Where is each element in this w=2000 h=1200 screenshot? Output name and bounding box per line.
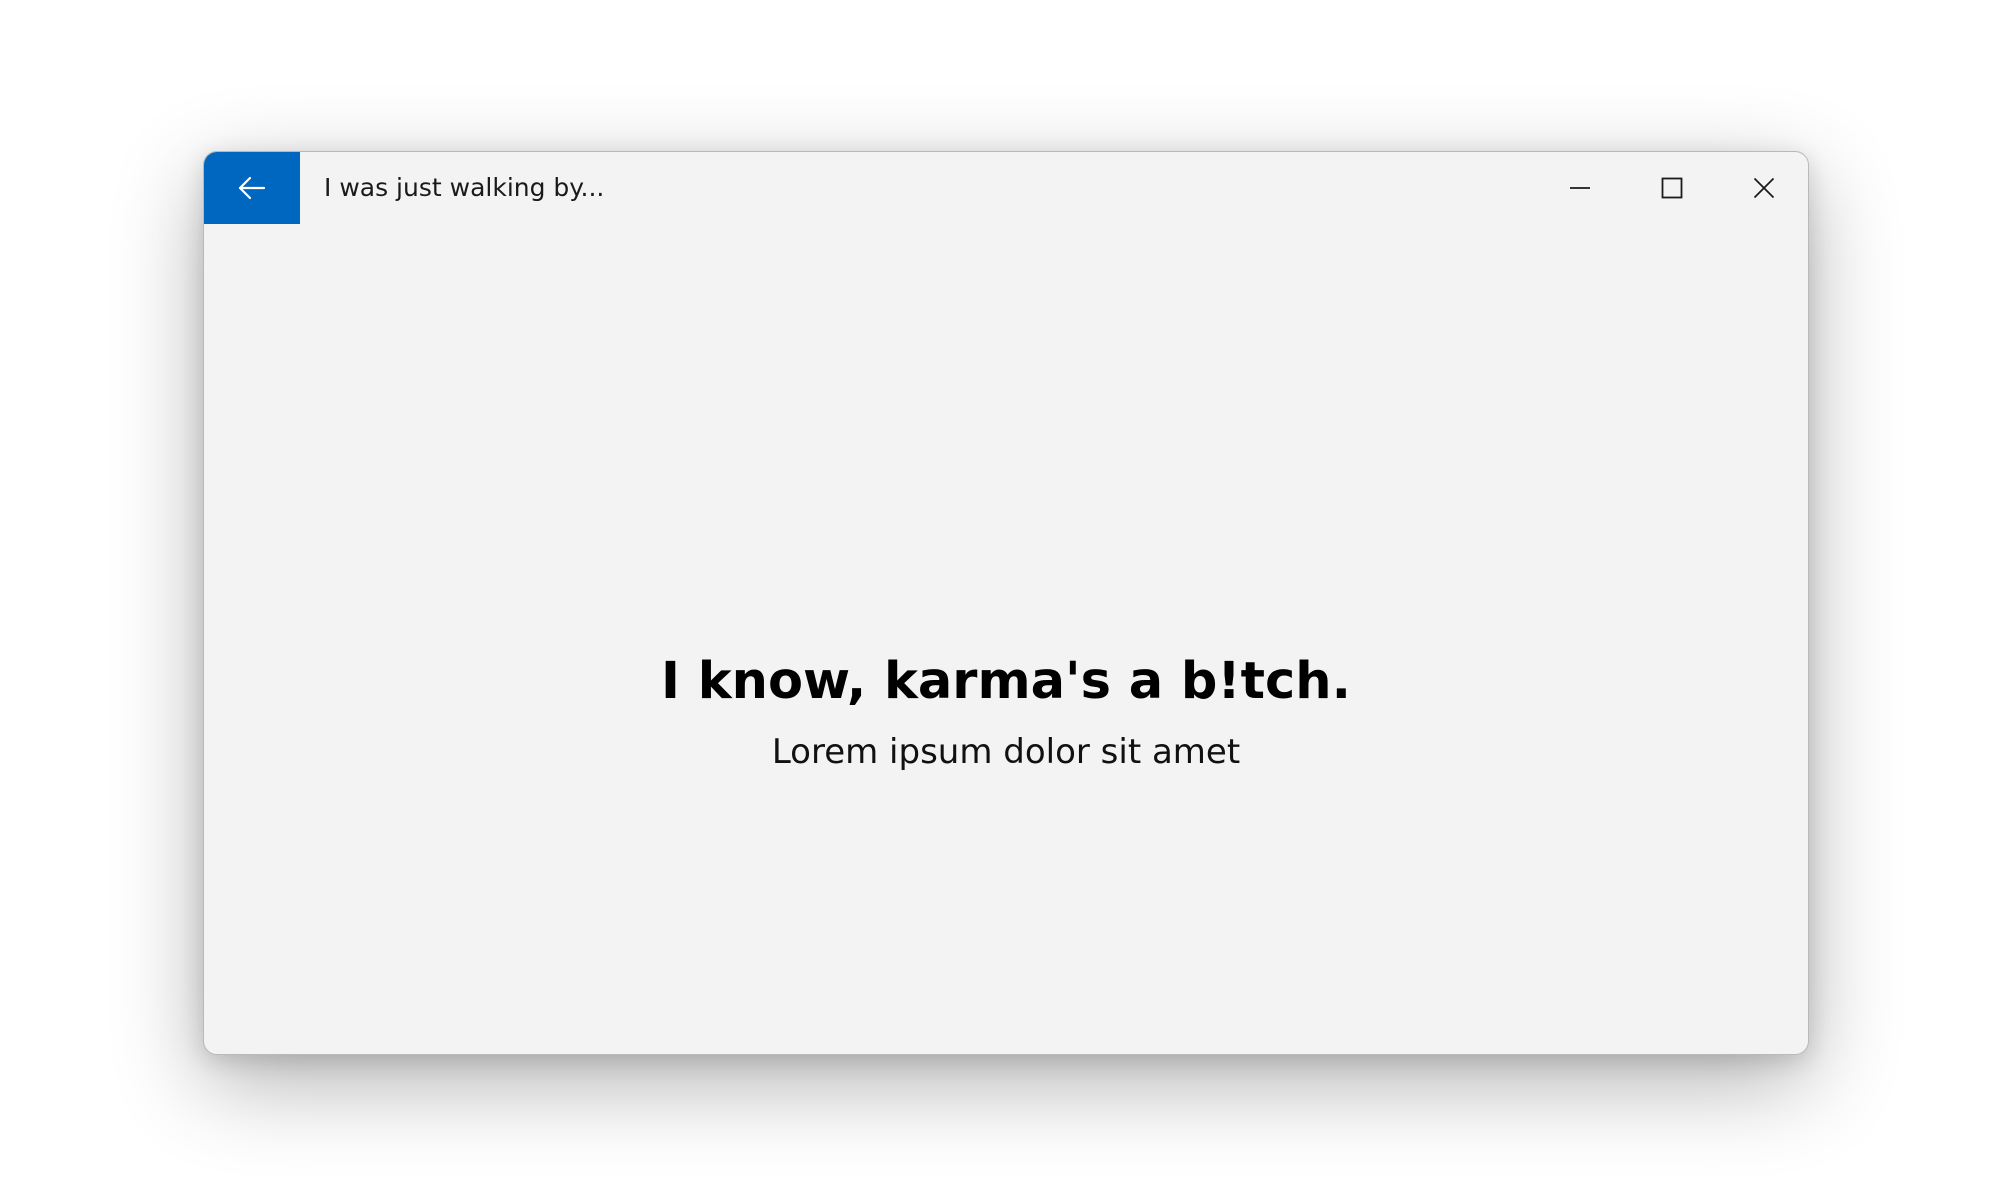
minimize-icon — [1569, 177, 1591, 199]
back-button[interactable] — [204, 152, 300, 224]
app-window: I was just walking by... I know, karma's… — [203, 151, 1809, 1055]
window-title: I was just walking by... — [324, 173, 605, 202]
main-content: I know, karma's a b!tch. Lorem ipsum dol… — [204, 224, 1808, 1054]
minimize-button[interactable] — [1534, 152, 1626, 224]
maximize-icon — [1661, 177, 1683, 199]
title-bar[interactable]: I was just walking by... — [204, 152, 1808, 224]
maximize-button[interactable] — [1626, 152, 1718, 224]
headline: I know, karma's a b!tch. — [661, 652, 1351, 711]
subtitle: Lorem ipsum dolor sit amet — [771, 732, 1241, 772]
close-icon — [1753, 177, 1775, 199]
arrow-left-icon — [238, 176, 266, 200]
close-button[interactable] — [1718, 152, 1808, 224]
